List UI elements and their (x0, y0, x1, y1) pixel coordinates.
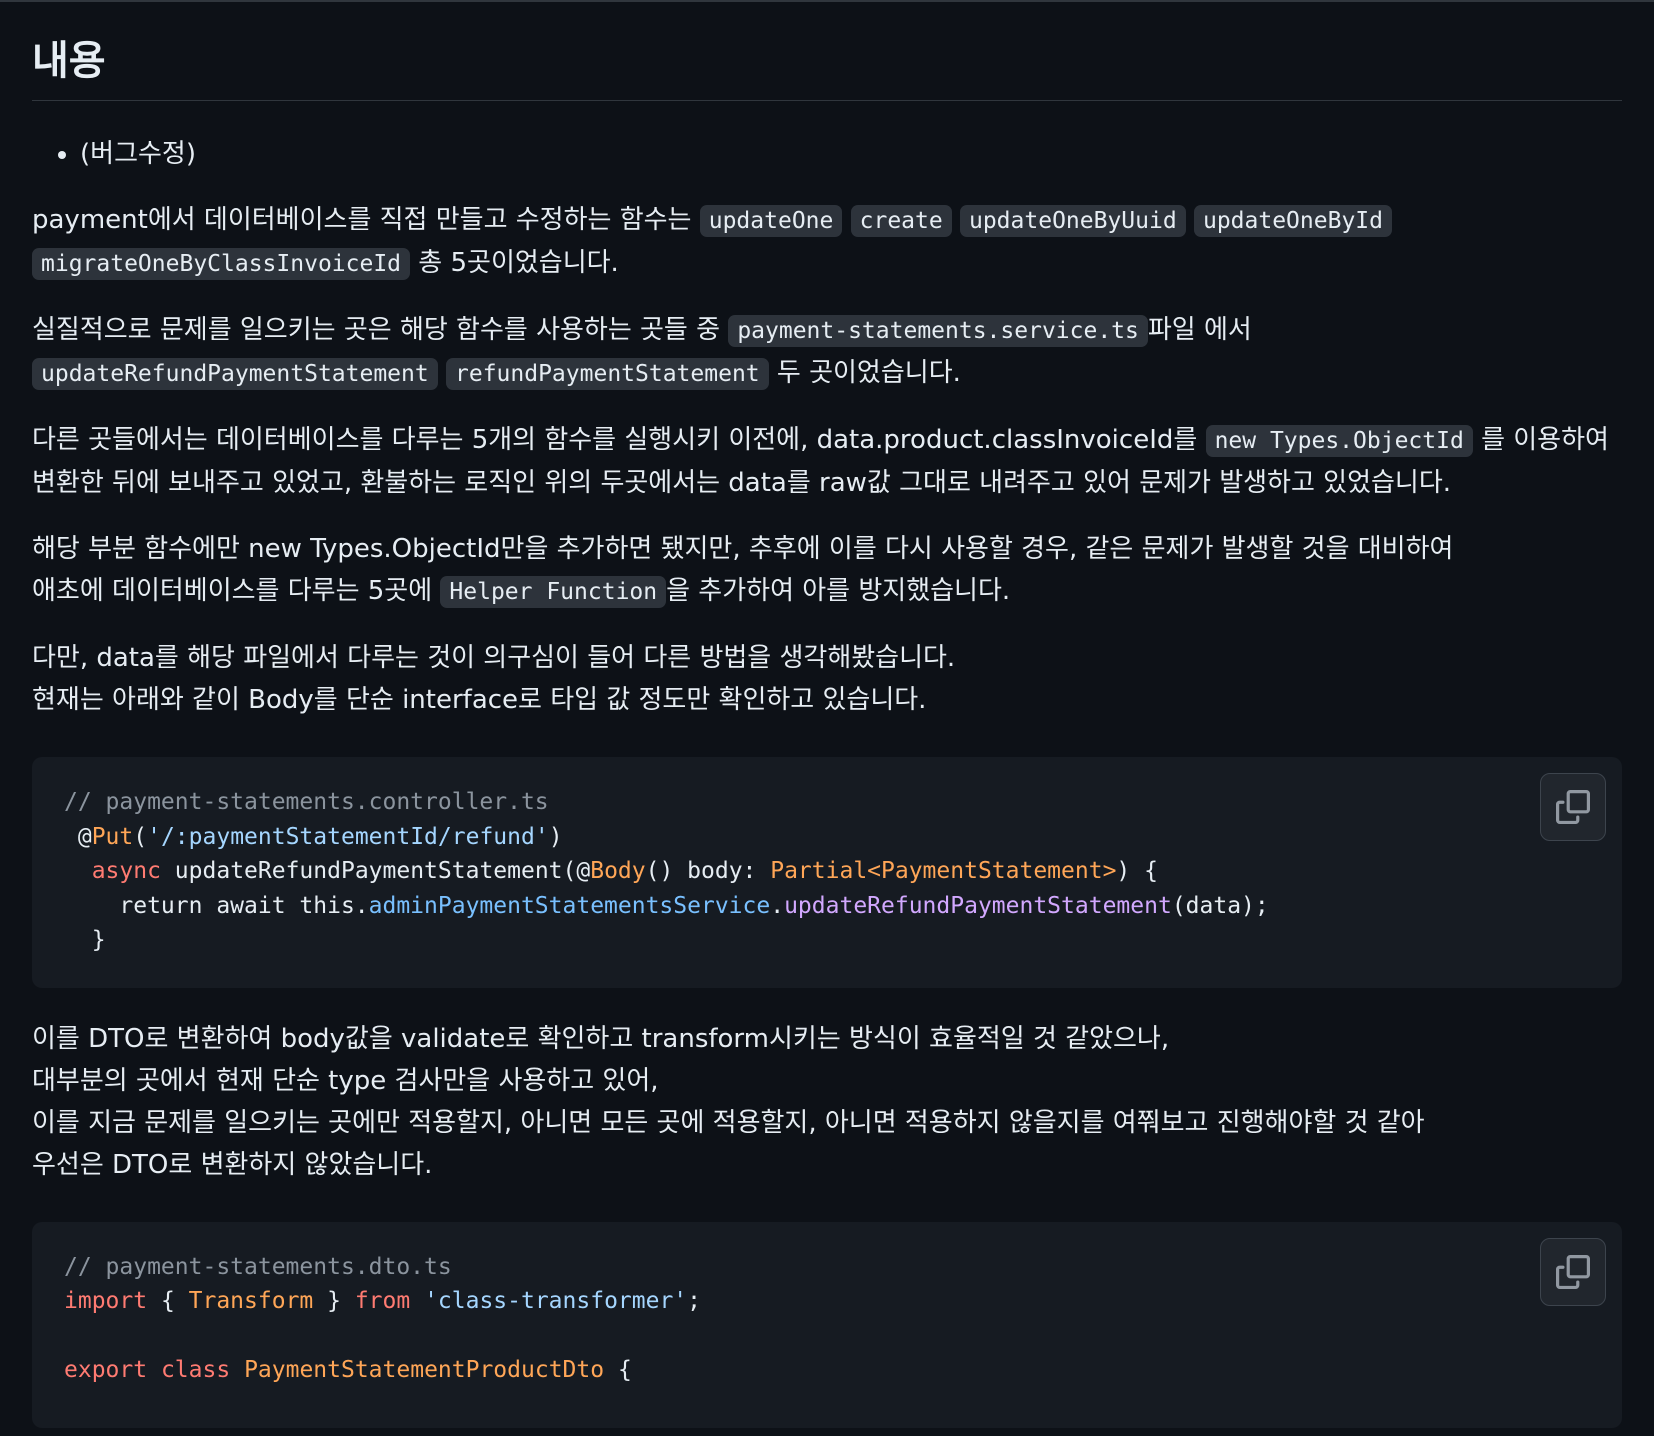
copy-button[interactable] (1540, 1237, 1606, 1306)
paragraph-dto-consideration: 이를 DTO로 변환하여 body값을 validate로 확인하고 trans… (32, 1023, 1425, 1180)
copy-button[interactable] (1540, 773, 1606, 841)
code-block-controller: // payment-statements.controller.ts @Put… (32, 757, 1622, 988)
section-heading: 내용 (32, 2, 1622, 101)
code-block-dto: // payment-statements.dto.ts import { Tra… (32, 1221, 1622, 1428)
inline-code: updateOneById (1193, 205, 1392, 237)
copy-icon (1556, 790, 1590, 824)
paragraph-fix: 해당 부분 함수에만 new Types.ObjectId만을 추가하면 됐지만… (32, 534, 1454, 608)
copy-icon (1556, 1254, 1590, 1289)
inline-code: updateOne (699, 205, 843, 237)
inline-code: payment-statements.service.ts (728, 315, 1148, 347)
inline-code: updateRefundPaymentStatement (32, 358, 438, 390)
inline-code: migrateOneByClassInvoiceId (32, 248, 411, 280)
inline-code: refundPaymentStatement (446, 358, 769, 390)
paragraph-functions: payment에서 데이터베이스를 직접 만들고 수정하는 함수는 update… (32, 199, 1622, 285)
inline-code: new Types.ObjectId (1205, 425, 1473, 457)
paragraph-concern: 다만, data를 해당 파일에서 다루는 것이 의구심이 들어 다른 방법을 … (32, 643, 956, 715)
bullet-list: (버그수정) (32, 133, 1622, 175)
inline-code: Helper Function (440, 576, 667, 608)
inline-code: updateOneByUuid (959, 205, 1186, 237)
list-item: (버그수정) (80, 133, 1622, 175)
paragraph-problem-location: 실질적으로 문제를 일으키는 곳은 해당 함수를 사용하는 곳들 중 payme… (32, 315, 1252, 390)
paragraph-cause: 다른 곳들에서는 데이터베이스를 다루는 5개의 함수를 실행시키 이전에, d… (32, 425, 1609, 498)
inline-code: create (850, 205, 952, 237)
markdown-body: 내용 (버그수정) payment에서 데이터베이스를 직접 만들고 수정하는 … (0, 2, 1654, 1428)
